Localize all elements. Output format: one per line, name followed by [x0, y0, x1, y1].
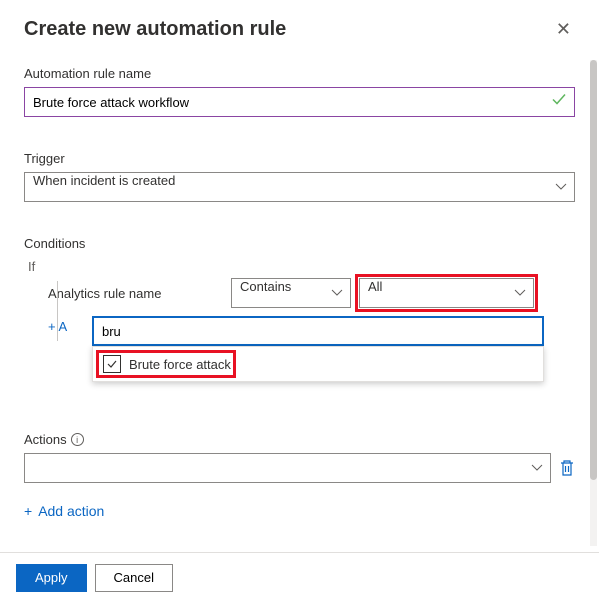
- checkbox[interactable]: [103, 355, 121, 373]
- actions-label: Actions: [24, 432, 67, 447]
- conditions-label: Conditions: [24, 236, 575, 251]
- actions-group: Actions i: [24, 432, 575, 483]
- condition-search-input[interactable]: [92, 316, 544, 346]
- footer: Apply Cancel: [0, 552, 599, 602]
- add-action-label: Add action: [38, 503, 104, 519]
- panel-body: Create new automation rule ✕ Automation …: [0, 0, 599, 552]
- trigger-select[interactable]: When incident is created: [24, 172, 575, 202]
- panel-title: Create new automation rule: [24, 18, 286, 41]
- cancel-button[interactable]: Cancel: [95, 564, 173, 592]
- panel-header: Create new automation rule ✕: [24, 16, 575, 42]
- search-row: Brute force attack: [92, 316, 575, 346]
- rule-name-label: Automation rule name: [24, 66, 575, 81]
- if-label: If: [28, 259, 575, 274]
- dropdown-option-label: Brute force attack: [129, 357, 231, 372]
- delete-action-button[interactable]: [559, 459, 575, 477]
- condition-field-label: Analytics rule name: [48, 286, 223, 301]
- scrollbar-thumb[interactable]: [590, 60, 597, 480]
- rule-name-input[interactable]: [24, 87, 575, 117]
- dropdown-panel: Brute force attack: [92, 346, 544, 382]
- condition-row: Analytics rule name Contains All: [48, 278, 575, 308]
- plus-icon: +: [24, 503, 32, 519]
- dropdown-option[interactable]: Brute force attack: [93, 347, 543, 381]
- apply-button[interactable]: Apply: [16, 564, 87, 592]
- rule-name-group: Automation rule name: [24, 66, 575, 117]
- info-icon[interactable]: i: [71, 433, 84, 446]
- value-select[interactable]: All: [359, 278, 534, 308]
- add-condition-link[interactable]: + A: [48, 319, 67, 334]
- conditions-group: Conditions If Analytics rule name Contai…: [24, 236, 575, 346]
- trigger-group: Trigger When incident is created: [24, 151, 575, 202]
- add-action-button[interactable]: + Add action: [24, 503, 575, 519]
- operator-select[interactable]: Contains: [231, 278, 351, 308]
- trigger-label: Trigger: [24, 151, 575, 166]
- close-button[interactable]: ✕: [552, 16, 575, 42]
- action-select[interactable]: [24, 453, 551, 483]
